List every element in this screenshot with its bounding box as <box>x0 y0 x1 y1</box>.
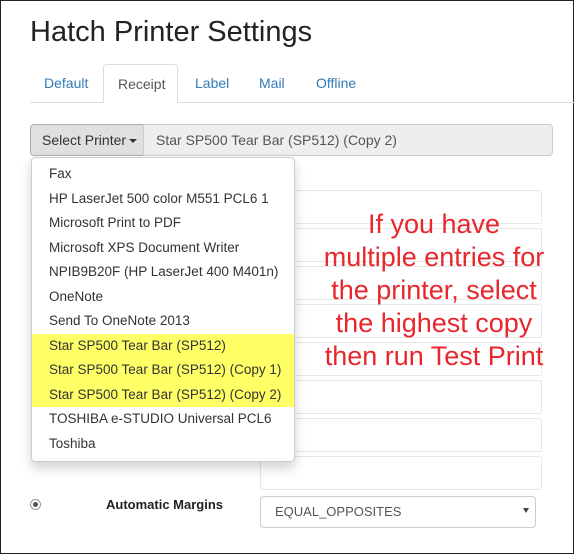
dropdown-arrow-icon <box>523 508 529 513</box>
dropdown-item[interactable]: Microsoft Print to PDF <box>32 211 294 236</box>
dropdown-item[interactable]: Microsoft XPS Document Writer <box>32 236 294 261</box>
tab-mail[interactable]: Mail <box>245 64 299 102</box>
background-field <box>260 456 542 490</box>
automatic-margins-select[interactable]: EQUAL_OPPOSITES <box>260 496 536 528</box>
dropdown-item[interactable]: Send To OneNote 2013 <box>32 309 294 334</box>
dropdown-item[interactable]: Toshiba <box>32 432 294 457</box>
dropdown-item[interactable]: TOSHIBA e-STUDIO Universal PCL6 <box>32 407 294 432</box>
tab-offline[interactable]: Offline <box>302 64 370 102</box>
selected-printer-field: Star SP500 Tear Bar (SP512) (Copy 2) <box>143 124 553 156</box>
automatic-margins-radio[interactable] <box>30 499 41 510</box>
dropdown-item-highlighted[interactable]: Star SP500 Tear Bar (SP512) (Copy 1) <box>32 358 294 383</box>
caret-down-icon <box>129 139 138 144</box>
dropdown-item[interactable]: OneNote <box>32 285 294 310</box>
tab-receipt[interactable]: Receipt <box>103 64 178 103</box>
background-field <box>260 418 542 452</box>
tab-default[interactable]: Default <box>30 64 102 102</box>
select-printer-label: Select Printer <box>42 132 127 148</box>
dropdown-item[interactable]: NPIB9B20F (HP LaserJet 400 M401n) <box>32 260 294 285</box>
automatic-margins-value: EQUAL_OPPOSITES <box>275 504 402 519</box>
page-title: Hatch Printer Settings <box>30 16 313 48</box>
printer-dropdown-menu: Fax HP LaserJet 500 color M551 PCL6 1 Mi… <box>31 157 295 462</box>
dropdown-item[interactable]: HP LaserJet 500 color M551 PCL6 1 <box>32 187 294 212</box>
dropdown-item-highlighted[interactable]: Star SP500 Tear Bar (SP512) <box>32 333 294 358</box>
automatic-margins-label: Automatic Margins <box>106 497 224 512</box>
select-printer-button[interactable]: Select Printer <box>30 124 144 156</box>
dropdown-item-highlighted[interactable]: Star SP500 Tear Bar (SP512) (Copy 2) <box>32 382 294 407</box>
dropdown-item[interactable]: Fax <box>32 162 294 187</box>
instruction-annotation: If you have multiple entries for the pri… <box>323 209 545 371</box>
settings-tabs: Default Receipt Label Mail Offline <box>30 64 574 103</box>
tab-label[interactable]: Label <box>181 64 243 102</box>
background-field <box>260 380 542 414</box>
